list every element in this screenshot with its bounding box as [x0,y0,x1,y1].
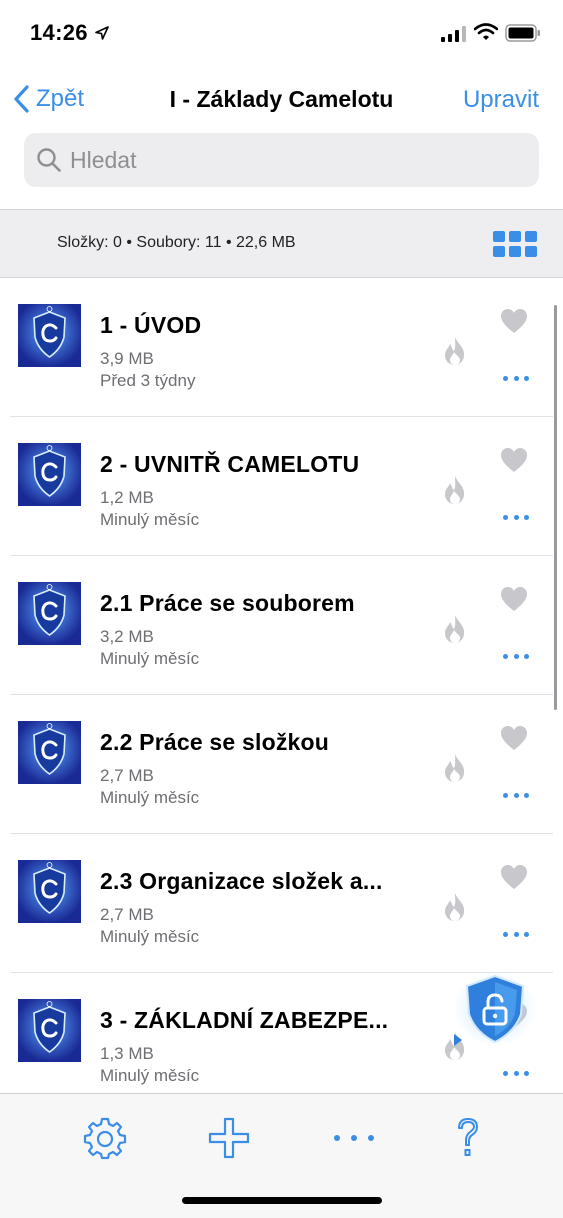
grid-cell [525,246,537,257]
file-row[interactable]: 2.1 Práce se souborem 3,2 MB Minulý měsí… [0,556,563,695]
file-date: Minulý měsíc [100,788,200,807]
file-thumbnail [18,582,81,645]
favorite-heart-icon[interactable] [500,308,528,334]
grid-view-button[interactable] [493,231,537,257]
file-row[interactable]: 2.2 Práce se složkou 2,7 MB Minulý měsíc [0,695,563,834]
search-icon [37,148,61,172]
more-options-button[interactable] [503,1070,529,1078]
file-size: 3,2 MB [100,627,154,646]
file-thumbnail [18,860,81,923]
file-name: 2.2 Práce se složkou [100,729,330,755]
cellular-signal-icon [441,26,466,42]
file-date: Minulý měsíc [100,927,200,946]
file-size: 1,3 MB [100,1044,154,1063]
file-size: 1,2 MB [100,488,154,507]
file-name: 2.3 Organizace složek a... [100,868,383,894]
folder-summary: Složky: 0 • Soubory: 11 • 22,6 MB [57,234,296,251]
home-indicator[interactable] [182,1197,382,1204]
location-arrow-icon [95,26,109,40]
favorite-heart-icon[interactable] [500,864,528,890]
status-time: 14:26 [30,20,88,45]
favorite-heart-icon[interactable] [500,725,528,751]
more-options-button[interactable] [503,931,529,939]
wifi-icon [474,23,498,40]
file-thumbnail [18,304,81,367]
folder-info-bar: Složky: 0 • Soubory: 11 • 22,6 MB [0,209,563,278]
grid-cell [509,246,521,257]
file-name: 3 - ZÁKLADNÍ ZABEZPE... [100,1007,389,1033]
edit-button[interactable]: Upravit [463,86,539,114]
more-options-button[interactable] [503,653,529,661]
grid-cell [493,231,505,242]
file-date: Minulý měsíc [100,510,200,529]
back-label: Zpět [36,85,85,112]
file-date: Před 3 týdny [100,371,196,390]
grid-cell [509,231,521,242]
status-bar: 14:26 [0,0,563,66]
security-lock-button[interactable] [453,970,537,1048]
more-options-button[interactable] [503,375,529,383]
file-row[interactable]: 2 - UVNITŘ CAMELOTU 1,2 MB Minulý měsíc [0,417,563,556]
plus-icon[interactable] [207,1116,251,1160]
file-name: 2 - UVNITŘ CAMELOTU [100,451,360,477]
flame-icon [441,614,469,644]
flame-icon [441,892,469,922]
file-row[interactable]: 1 - ÚVOD 3,9 MB Před 3 týdny [0,278,563,417]
file-size: 2,7 MB [100,766,154,785]
file-name: 1 - ÚVOD [100,312,202,338]
grid-cell [525,231,537,242]
more-options-button[interactable] [503,514,529,522]
grid-cell [493,246,505,257]
file-name: 2.1 Práce se souborem [100,590,355,616]
more-options-button[interactable] [503,792,529,800]
file-row[interactable]: 2.3 Organizace složek a... 2,7 MB Minulý… [0,834,563,973]
flame-icon [441,753,469,783]
more-icon[interactable] [332,1116,376,1160]
file-date: Minulý měsíc [100,1066,200,1085]
search-input[interactable] [70,146,510,174]
back-button[interactable]: Zpět [12,84,84,114]
flame-icon [441,475,469,505]
file-thumbnail [18,999,81,1062]
scrollbar[interactable] [554,305,557,710]
gear-icon[interactable] [83,1116,127,1160]
file-size: 2,7 MB [100,905,154,924]
file-date: Minulý měsíc [100,649,200,668]
battery-icon [505,24,540,42]
favorite-heart-icon[interactable] [500,447,528,473]
search-bar[interactable] [24,133,539,187]
help-icon[interactable] [446,1116,490,1160]
file-thumbnail [18,443,81,506]
chevron-left-icon [14,85,29,113]
navigation-bar: Zpět I - Základy Camelotu Upravit [0,66,563,132]
file-size: 3,9 MB [100,349,154,368]
file-thumbnail [18,721,81,784]
favorite-heart-icon[interactable] [500,586,528,612]
flame-icon [441,336,469,366]
